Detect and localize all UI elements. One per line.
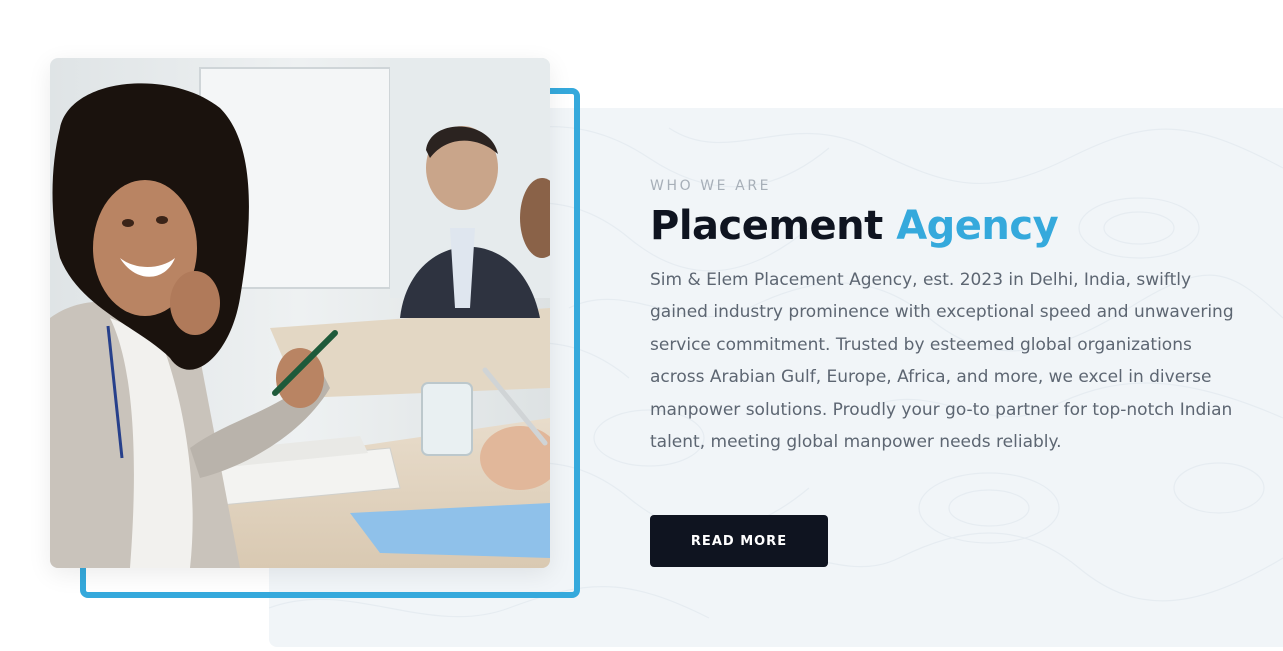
- section-description: Sim & Elem Placement Agency, est. 2023 i…: [650, 270, 1234, 453]
- about-section: WHO WE ARE Placement Agency Sim & Elem P…: [0, 0, 1283, 651]
- title-main: Placement: [650, 203, 883, 249]
- business-meeting-photo: [50, 58, 550, 568]
- about-content: WHO WE ARE Placement Agency Sim & Elem P…: [650, 178, 1234, 458]
- section-title: Placement Agency: [650, 204, 1230, 248]
- section-eyebrow: WHO WE ARE: [650, 178, 772, 194]
- title-accent: Agency: [896, 203, 1059, 249]
- read-more-button[interactable]: READ MORE: [650, 515, 828, 567]
